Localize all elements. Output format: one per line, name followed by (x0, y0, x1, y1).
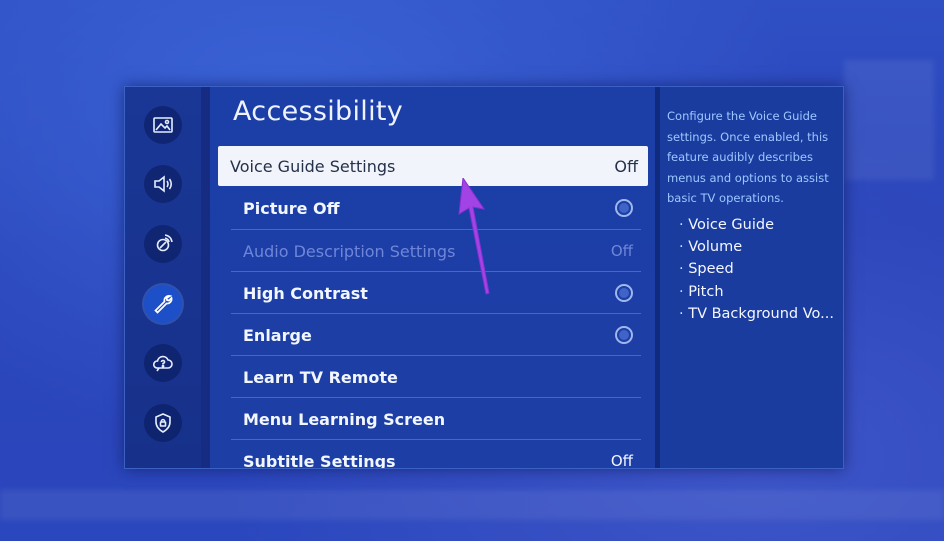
menu-item-label: Learn TV Remote (243, 367, 398, 387)
help-option: Pitch (679, 281, 834, 303)
help-options-list: Voice Guide Volume Speed Pitch TV Backgr… (679, 214, 834, 325)
screen-glare (0, 490, 944, 520)
menu-item-enlarge[interactable]: Enlarge (218, 314, 647, 356)
menu-item-menu-learning-screen[interactable]: Menu Learning Screen (218, 398, 647, 440)
menu-item-label: Menu Learning Screen (243, 409, 446, 429)
pointer-arrow-icon (458, 178, 490, 295)
support-icon[interactable] (144, 344, 182, 382)
wrench-icon[interactable] (144, 285, 182, 323)
help-option: Volume (679, 236, 834, 258)
menu-item-label: Audio Description Settings (243, 241, 456, 261)
screen-glare (844, 60, 934, 180)
help-pane: Configure the Voice Guide settings. Once… (655, 87, 843, 468)
menu-item-learn-tv-remote[interactable]: Learn TV Remote (218, 356, 647, 398)
menu-item-label: High Contrast (243, 283, 368, 303)
help-option: Voice Guide (679, 214, 834, 236)
menu-item-subtitle-settings[interactable]: Subtitle Settings Off (218, 440, 647, 469)
sound-icon[interactable] (144, 165, 182, 203)
menu-item-label: Subtitle Settings (243, 451, 396, 469)
menu-item-label: Picture Off (243, 198, 340, 218)
rail-separator (201, 87, 210, 468)
menu-item-picture-off[interactable]: Picture Off (218, 187, 647, 229)
page-title: Accessibility (233, 96, 404, 127)
menu-item-audio-description-settings: Audio Description Settings Off (218, 230, 647, 272)
category-rail (125, 87, 201, 468)
menu-item-value: Off (610, 242, 633, 260)
menu-item-value: Off (614, 156, 638, 176)
menu-item-label: Voice Guide Settings (230, 156, 396, 176)
privacy-shield-icon[interactable] (144, 404, 182, 442)
menu-item-value: Off (610, 452, 633, 469)
toggle-radio[interactable] (615, 326, 633, 344)
help-option: Speed (679, 258, 834, 280)
toggle-radio[interactable] (615, 284, 633, 302)
menu-item-label: Enlarge (243, 325, 312, 345)
picture-icon[interactable] (144, 106, 182, 144)
broadcast-icon[interactable] (144, 225, 182, 263)
toggle-radio[interactable] (615, 199, 633, 217)
help-option: TV Background Vo... (679, 303, 834, 325)
accessibility-menu: Accessibility Voice Guide Settings Off P… (210, 87, 655, 468)
menu-item-voice-guide-settings[interactable]: Voice Guide Settings Off (218, 146, 648, 186)
menu-item-high-contrast[interactable]: High Contrast (218, 272, 647, 314)
help-description: Configure the Voice Guide settings. Once… (667, 109, 829, 205)
